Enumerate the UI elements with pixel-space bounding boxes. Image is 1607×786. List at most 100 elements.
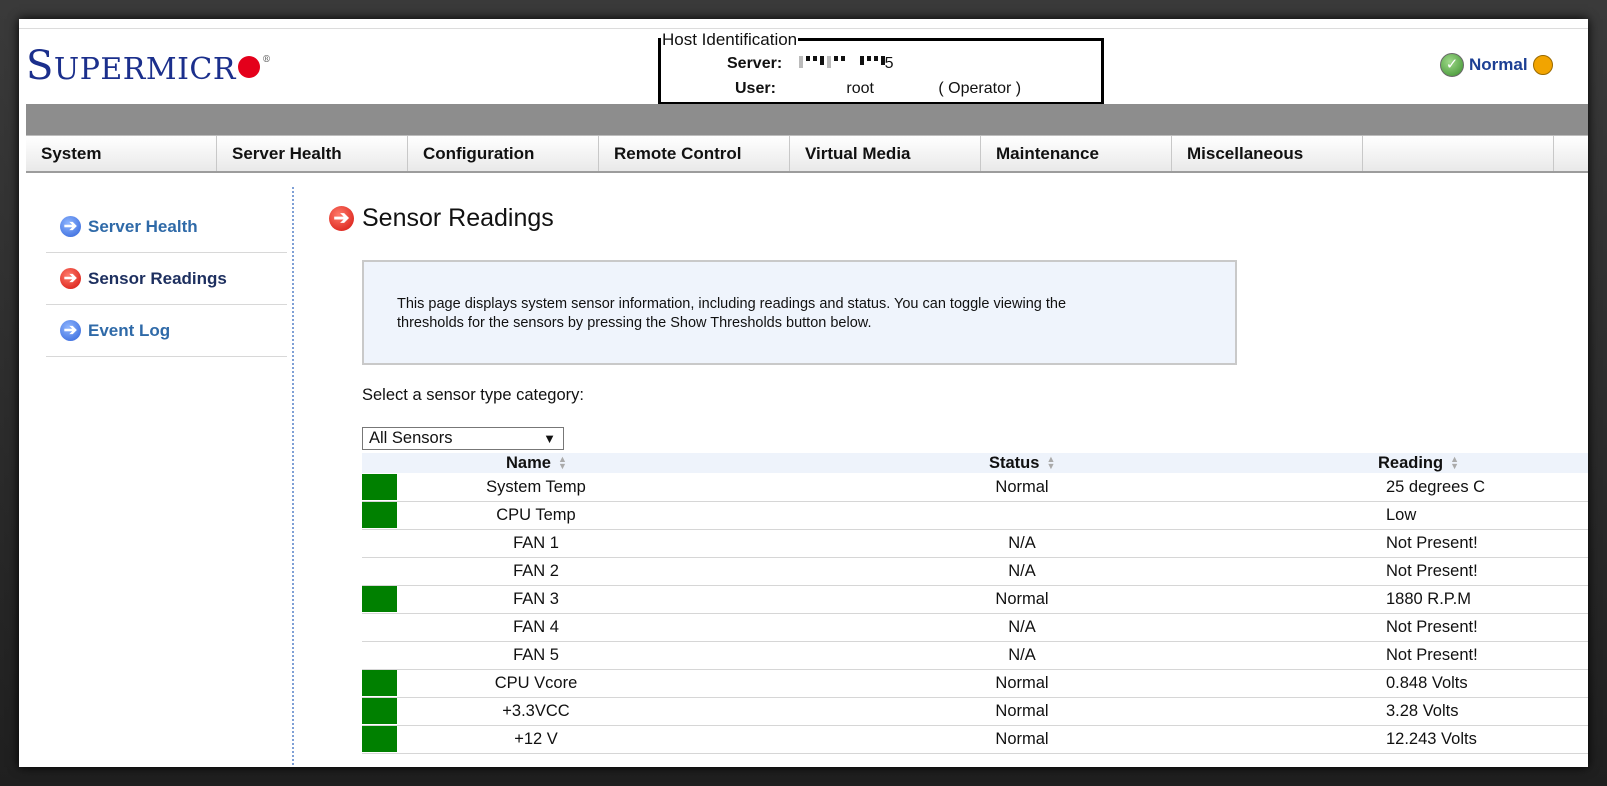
arrow-right-circle-icon: ➔ — [60, 268, 81, 289]
logo-letter: S — [26, 43, 54, 89]
sensor-status: N/A — [1008, 646, 1036, 664]
sensor-reading: Not Present! — [1386, 618, 1478, 636]
column-header-reading[interactable]: Reading ▲ ▼ — [1378, 453, 1459, 473]
user-label: User: — [735, 80, 776, 97]
column-header-name-label: Name — [506, 454, 551, 472]
sensor-name: FAN 1 — [513, 534, 559, 552]
page-title: ➔ Sensor Readings — [329, 204, 554, 233]
sensor-reading: 25 degrees C — [1386, 478, 1486, 496]
sidebar-item-sensor-readings[interactable]: ➔ Sensor Readings — [46, 253, 287, 305]
sidebar-item-server-health[interactable]: ➔ Server Health — [46, 201, 287, 253]
table-row[interactable]: FAN 2 N/A Not Present! — [362, 558, 1588, 586]
info-box: This page displays system sensor informa… — [362, 260, 1237, 365]
user-role: ( Operator ) — [938, 80, 1022, 97]
menu-empty-slot — [1363, 136, 1554, 171]
logo-text: UPERMICR — [53, 52, 236, 87]
system-status[interactable]: ✓ Normal — [1440, 53, 1553, 77]
sort-icon: ▲ ▼ — [1450, 454, 1460, 471]
sensor-reading: Not Present! — [1386, 534, 1478, 552]
server-name-masked — [798, 56, 885, 72]
table-row[interactable]: +3.3VCC Normal 3.28 Volts — [362, 698, 1588, 726]
menu-server-health[interactable]: Server Health — [217, 136, 408, 171]
table-row[interactable]: CPU Temp Low — [362, 502, 1588, 530]
menu-virtual-media[interactable]: Virtual Media — [790, 136, 981, 171]
sensor-reading: 1880 R.P.M — [1386, 590, 1471, 608]
table-row[interactable]: FAN 4 N/A Not Present! — [362, 614, 1588, 642]
sensor-status: Normal — [995, 674, 1049, 692]
sensor-status: Normal — [995, 590, 1049, 608]
user-row: User: root ( Operator ) — [735, 80, 1021, 98]
menu-remote-control[interactable]: Remote Control — [599, 136, 790, 171]
top-border — [19, 28, 1588, 29]
sensor-status: N/A — [1008, 562, 1036, 580]
sidebar-item-event-log[interactable]: ➔ Event Log — [46, 305, 287, 357]
page-title-text: Sensor Readings — [362, 204, 554, 232]
status-label: Normal — [1469, 55, 1528, 74]
sensor-name: +12 V — [514, 730, 558, 748]
logo-registered-mark: ® — [261, 55, 272, 65]
sensor-name: FAN 2 — [513, 562, 559, 580]
user-value: root — [846, 80, 874, 97]
menu-maintenance[interactable]: Maintenance — [981, 136, 1172, 171]
sidebar-item-label: Sensor Readings — [88, 268, 227, 288]
maintenance-icon[interactable] — [1532, 55, 1553, 75]
sidebar: ➔ Server Health ➔ Sensor Readings ➔ Even… — [46, 201, 287, 357]
sensor-name: CPU Vcore — [494, 674, 578, 692]
sensor-reading: 12.243 Volts — [1386, 730, 1477, 748]
arrow-right-circle-icon: ➔ — [60, 216, 81, 237]
column-header-reading-label: Reading — [1378, 454, 1444, 472]
page: S UPERMICR ® Host Identification Server:… — [19, 19, 1588, 767]
column-header-name[interactable]: Name ▲ ▼ — [506, 453, 567, 473]
sort-icon: ▲ ▼ — [557, 454, 567, 471]
supermicro-logo: S UPERMICR ® — [26, 46, 271, 86]
info-text-line-2: thresholds for the sensors by pressing t… — [397, 315, 872, 331]
sensor-reading: Not Present! — [1386, 646, 1478, 664]
table-row[interactable]: FAN 1 N/A Not Present! — [362, 530, 1588, 558]
sensor-name: +3.3VCC — [502, 702, 570, 720]
sensor-table: System Temp Normal 25 degrees C CPU Temp Low… — [362, 474, 1588, 754]
table-row[interactable]: +12 V Normal 12.243 Volts — [362, 726, 1588, 754]
table-row[interactable]: System Temp Normal 25 degrees C — [362, 474, 1588, 502]
table-row[interactable]: CPU Vcore Normal 0.848 Volts — [362, 670, 1588, 698]
sensor-reading: Not Present! — [1386, 562, 1478, 580]
arrow-right-circle-icon: ➔ — [329, 206, 354, 231]
sort-icon: ▲ ▼ — [1046, 454, 1056, 471]
sensor-name: FAN 3 — [513, 590, 559, 608]
sensor-status: Normal — [995, 702, 1049, 720]
sensor-status: N/A — [1008, 618, 1036, 636]
sensor-reading: Low — [1386, 506, 1417, 524]
sidebar-item-label: Event Log — [88, 320, 171, 340]
main-menu: System Server Health Configuration Remot… — [26, 135, 1588, 173]
server-row: Server: 5 — [727, 55, 894, 73]
sensor-reading: 0.848 Volts — [1386, 674, 1468, 692]
sensor-name: System Temp — [486, 478, 586, 496]
sensor-type-select-value: All Sensors — [369, 429, 453, 447]
header-bar — [26, 104, 1588, 135]
menu-configuration[interactable]: Configuration — [408, 136, 599, 171]
column-header-status[interactable]: Status ▲ ▼ — [989, 453, 1055, 473]
menu-miscellaneous[interactable]: Miscellaneous — [1172, 136, 1363, 171]
sidebar-item-label: Server Health — [88, 216, 198, 236]
sensor-type-select[interactable]: All Sensors ▼ — [362, 427, 564, 450]
sensor-name: FAN 4 — [513, 618, 559, 636]
check-circle-icon: ✓ — [1440, 53, 1464, 77]
table-row[interactable]: FAN 5 N/A Not Present! — [362, 642, 1588, 670]
sensor-name: FAN 5 — [513, 646, 559, 664]
host-identification: Host Identification Server: 5 User: root… — [658, 30, 1104, 105]
arrow-right-circle-icon: ➔ — [60, 320, 81, 341]
table-header: Name ▲ ▼ Status ▲ ▼ Reading ▲ ▼ — [362, 453, 1588, 473]
sidebar-divider — [292, 187, 294, 767]
sensor-status: Normal — [995, 730, 1049, 748]
sensor-status: N/A — [1008, 534, 1036, 552]
sensor-name: CPU Temp — [496, 506, 576, 524]
logo-dot — [237, 56, 260, 78]
server-label: Server: — [727, 55, 783, 72]
sensor-type-label: Select a sensor type category: — [362, 386, 584, 404]
sensor-status: Normal — [995, 478, 1049, 496]
menu-system[interactable]: System — [26, 136, 217, 171]
table-row[interactable]: FAN 3 Normal 1880 R.P.M — [362, 586, 1588, 614]
column-header-status-label: Status — [989, 454, 1040, 472]
sensor-reading: 3.28 Volts — [1386, 702, 1459, 720]
server-name-suffix: 5 — [884, 55, 894, 72]
host-identification-legend: Host Identification — [661, 30, 799, 50]
